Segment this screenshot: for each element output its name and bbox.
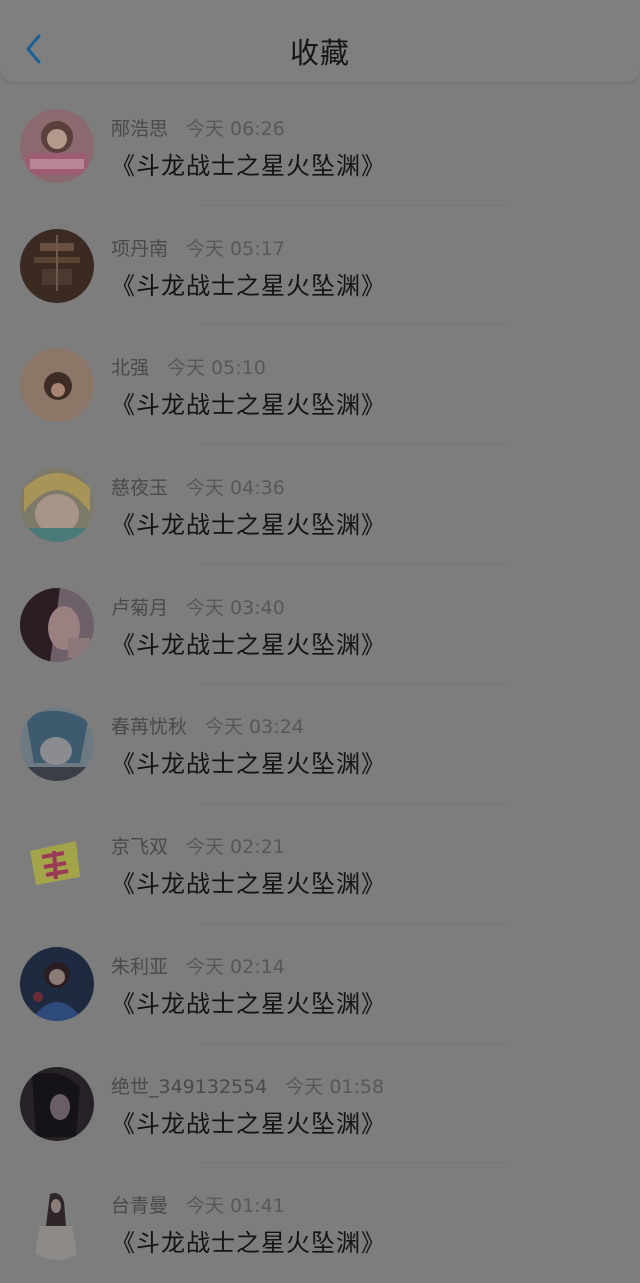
- username[interactable]: 慈夜玉: [111, 477, 168, 499]
- list-item[interactable]: 邴浩思 今天 06:26 《斗龙战士之星火坠渊》: [0, 86, 640, 206]
- item-title[interactable]: 《斗龙战士之星火坠渊》: [111, 1223, 386, 1258]
- username[interactable]: 朱利亚: [111, 956, 168, 978]
- item-title[interactable]: 《斗龙战士之星火坠渊》: [111, 385, 386, 420]
- item-title[interactable]: 《斗龙战士之星火坠渊》: [111, 505, 386, 540]
- username[interactable]: 北强: [111, 357, 149, 379]
- timestamp: 今天 01:58: [285, 1075, 385, 1098]
- avatar[interactable]: [20, 228, 94, 303]
- username[interactable]: 台青曼: [111, 1195, 168, 1217]
- username[interactable]: 京飞双: [111, 836, 168, 858]
- avatar[interactable]: [20, 827, 94, 902]
- avatar[interactable]: [20, 946, 94, 1021]
- list-item[interactable]: 朱利亚 今天 02:14 《斗龙战士之星火坠渊》: [0, 924, 640, 1044]
- username[interactable]: 卢菊月: [111, 597, 168, 619]
- avatar[interactable]: [20, 1186, 94, 1261]
- avatar[interactable]: [20, 109, 94, 183]
- item-title[interactable]: 《斗龙战士之星火坠渊》: [111, 744, 386, 779]
- username[interactable]: 绝世_349132554: [111, 1076, 267, 1098]
- item-title[interactable]: 《斗龙战士之星火坠渊》: [111, 266, 386, 301]
- list-item[interactable]: 慈夜玉 今天 04:36 《斗龙战士之星火坠渊》: [0, 445, 640, 565]
- list-item[interactable]: 台青曼 今天 01:41 《斗龙战士之星火坠渊》: [0, 1163, 640, 1283]
- list-item[interactable]: 京飞双 今天 02:21 《斗龙战士之星火坠渊》: [0, 804, 640, 924]
- avatar[interactable]: [20, 587, 94, 662]
- item-title[interactable]: 《斗龙战士之星火坠渊》: [111, 984, 386, 1019]
- username[interactable]: 项丹南: [111, 238, 168, 260]
- timestamp: 今天 02:14: [186, 955, 285, 978]
- item-title[interactable]: 《斗龙战士之星火坠渊》: [111, 1104, 386, 1139]
- list-item[interactable]: 卢菊月 今天 03:40 《斗龙战士之星火坠渊》: [0, 565, 640, 685]
- item-title[interactable]: 《斗龙战士之星火坠渊》: [111, 864, 386, 899]
- timestamp: 今天 03:24: [205, 716, 304, 739]
- username[interactable]: 邴浩思: [111, 118, 168, 140]
- list-item[interactable]: 春苒忧秋 今天 03:24 《斗龙战士之星火坠渊》: [0, 684, 640, 805]
- avatar[interactable]: [20, 468, 94, 543]
- item-title[interactable]: 《斗龙战士之星火坠渊》: [111, 625, 386, 660]
- timestamp: 今天 02:21: [186, 836, 285, 859]
- timestamp: 今天 05:17: [186, 237, 285, 260]
- page-title: 收藏: [289, 36, 350, 70]
- list-item[interactable]: 绝世_349132554 今天 01:58 《斗龙战士之星火坠渊》: [0, 1044, 640, 1164]
- timestamp: 今天 05:10: [167, 357, 266, 380]
- item-title[interactable]: 《斗龙战士之星火坠渊》: [111, 146, 386, 181]
- favorites-list: 邴浩思 今天 06:26 《斗龙战士之星火坠渊》 项丹南 今天 05:17 《斗龙战…: [0, 86, 640, 1283]
- avatar[interactable]: [20, 348, 94, 423]
- avatar[interactable]: [20, 707, 94, 782]
- username[interactable]: 春苒忧秋: [111, 716, 187, 738]
- nav-bar: 收藏: [0, 0, 640, 83]
- timestamp: 今天 01:41: [186, 1195, 285, 1218]
- timestamp: 今天 03:40: [186, 596, 285, 619]
- list-item[interactable]: 北强 今天 05:10 《斗龙战士之星火坠渊》: [0, 325, 640, 446]
- list-item[interactable]: 项丹南 今天 05:17 《斗龙战士之星火坠渊》: [0, 206, 640, 326]
- avatar[interactable]: [20, 1066, 94, 1141]
- timestamp: 今天 04:36: [186, 477, 285, 500]
- timestamp: 今天 06:26: [186, 118, 285, 140]
